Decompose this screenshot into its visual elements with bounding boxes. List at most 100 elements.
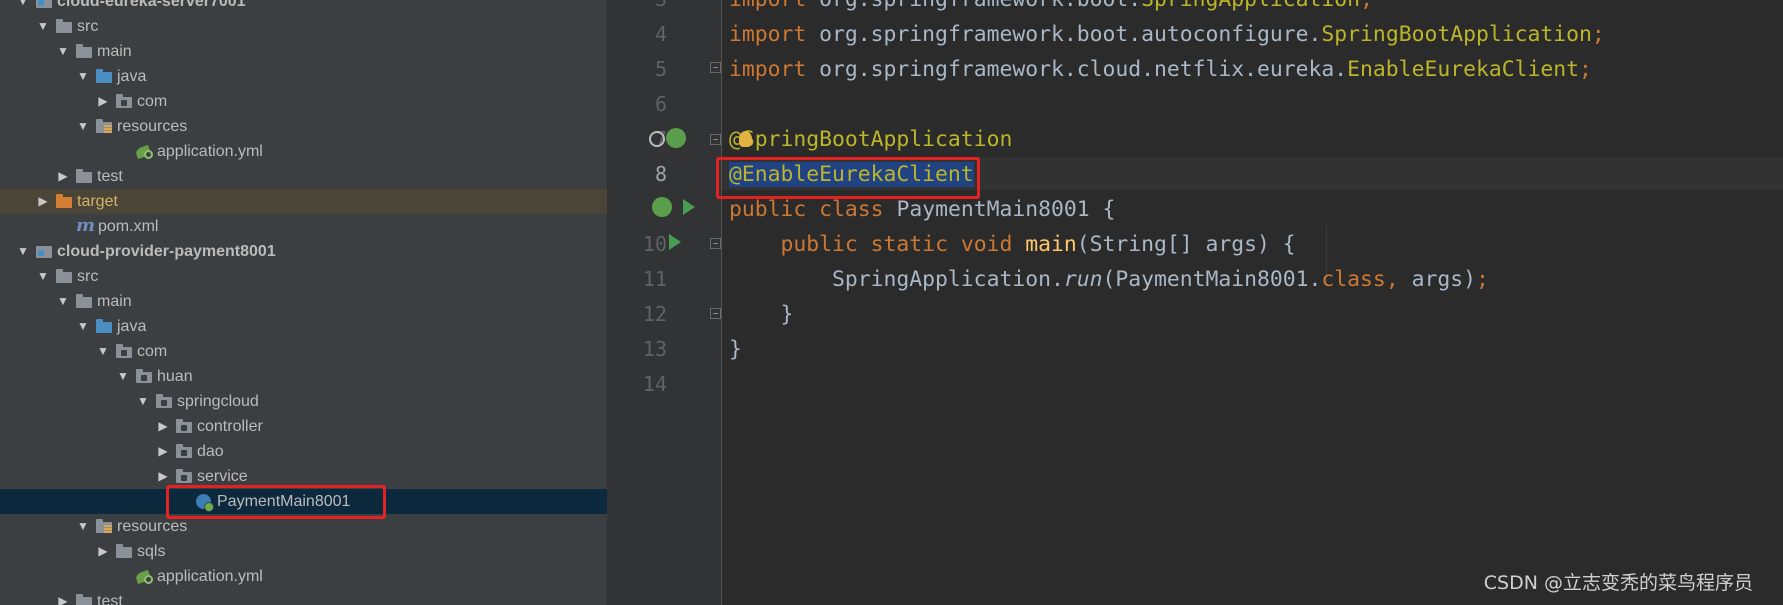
folder-icon: [76, 594, 92, 605]
code-token: @SpringBootApplication: [729, 127, 1013, 152]
line-number: 5: [654, 57, 667, 81]
tree-item[interactable]: ▼ src: [0, 264, 607, 289]
tree-item[interactable]: ▶ test: [0, 589, 607, 605]
code-line[interactable]: @SpringBootApplication: [729, 122, 1012, 157]
expand-arrow-icon[interactable]: ▼: [56, 39, 70, 64]
folder-icon: [56, 194, 72, 209]
code-token: SpringApplication.: [729, 267, 1064, 292]
project-tree-panel[interactable]: ▼ cloud-eureka-server7001 ▼ src ▼ main ▼ java ▶ c…: [0, 0, 607, 605]
tree-item[interactable]: ▼ java: [0, 64, 607, 89]
fold-imports-icon[interactable]: [710, 62, 721, 73]
tree-item[interactable]: ▼ springcloud: [0, 389, 607, 414]
tree-item[interactable]: ▼ resources: [0, 114, 607, 139]
tree-item-label: springcloud: [177, 393, 259, 410]
tree-item-label: PaymentMain8001: [217, 493, 351, 510]
package-icon: [176, 419, 192, 434]
expand-arrow-icon[interactable]: ▼: [96, 339, 110, 364]
collapse-arrow-icon[interactable]: ▶: [156, 414, 170, 439]
code-line[interactable]: public static void main(String[] args) {: [729, 227, 1296, 262]
tree-item[interactable]: ▼ src: [0, 14, 607, 39]
code-line[interactable]: import org.springframework.boot.SpringAp…: [729, 0, 1373, 17]
collapse-arrow-icon[interactable]: ▶: [56, 589, 70, 605]
code-line[interactable]: @EnableEurekaClient: [729, 157, 974, 192]
package-icon: [116, 94, 132, 109]
tree-item[interactable]: application.yml: [0, 564, 607, 589]
tree-item[interactable]: ▼ resources: [0, 514, 607, 539]
expand-arrow-icon[interactable]: ▼: [56, 289, 70, 314]
module-icon: [36, 244, 52, 259]
expand-arrow-icon[interactable]: ▼: [16, 0, 30, 14]
code-line[interactable]: SpringApplication.run(PaymentMain8001.cl…: [729, 262, 1489, 297]
collapse-arrow-icon[interactable]: ▶: [96, 89, 110, 114]
spring-boot-icon[interactable]: [666, 128, 686, 148]
code-editor[interactable]: 34567891011121314 import org.springframe…: [607, 0, 1783, 605]
tree-item[interactable]: ▶ target: [0, 189, 607, 214]
tree-item[interactable]: ▶ sqls: [0, 539, 607, 564]
package-icon: [176, 469, 192, 484]
code-token: org.springframework.boot.autoconfigure.: [819, 22, 1322, 47]
tree-item[interactable]: ▼ cloud-provider-payment8001: [0, 239, 607, 264]
tree-item[interactable]: ▼ cloud-eureka-server7001: [0, 0, 607, 14]
tree-item[interactable]: ▼ huan: [0, 364, 607, 389]
expand-arrow-icon[interactable]: ▼: [136, 389, 150, 414]
spring-run-config-icon[interactable]: [652, 197, 672, 217]
collapse-arrow-icon[interactable]: ▶: [96, 539, 110, 564]
expand-arrow-icon[interactable]: ▼: [76, 314, 90, 339]
code-token: public: [729, 232, 871, 257]
collapse-arrow-icon[interactable]: ▶: [56, 164, 70, 189]
run-main-icon[interactable]: [669, 234, 681, 250]
tree-item[interactable]: m pom.xml: [0, 214, 607, 239]
tree-item-label: java: [117, 68, 147, 85]
package-icon: [156, 394, 172, 409]
tree-item[interactable]: ▶ com: [0, 89, 607, 114]
code-token: import: [729, 22, 820, 47]
intention-bulb-icon[interactable]: [739, 131, 752, 147]
code-token: class: [1321, 267, 1386, 292]
tree-item[interactable]: ▶ test: [0, 164, 607, 189]
tree-item[interactable]: application.yml: [0, 139, 607, 164]
collapse-arrow-icon[interactable]: ▶: [36, 189, 50, 214]
tree-item-label: huan: [157, 368, 193, 385]
spring-bean-search-icon[interactable]: [649, 131, 665, 147]
fold-method-end-icon[interactable]: [710, 308, 721, 319]
code-token: EnableEurekaClient: [1347, 57, 1579, 82]
tree-item-label: controller: [197, 418, 263, 435]
tree-item[interactable]: ▼ main: [0, 39, 607, 64]
code-token: @EnableEurekaClient: [729, 162, 974, 187]
code-line[interactable]: import org.springframework.boot.autoconf…: [729, 17, 1605, 52]
tree-item[interactable]: ▶ controller: [0, 414, 607, 439]
tree-item-label: main: [97, 293, 132, 310]
line-number: 14: [642, 372, 667, 396]
expand-arrow-icon[interactable]: ▼: [16, 239, 30, 264]
tree-item[interactable]: PaymentMain8001: [0, 489, 607, 514]
folder-icon: [56, 19, 72, 34]
collapse-arrow-icon[interactable]: ▶: [156, 439, 170, 464]
expand-arrow-icon[interactable]: ▼: [36, 264, 50, 289]
tree-item-label: dao: [197, 443, 224, 460]
run-class-icon[interactable]: [683, 199, 695, 215]
code-line[interactable]: }: [729, 297, 794, 332]
tree-item[interactable]: ▼ main: [0, 289, 607, 314]
line-number: 11: [642, 267, 667, 291]
tree-item[interactable]: ▶ dao: [0, 439, 607, 464]
expand-arrow-icon[interactable]: ▼: [36, 14, 50, 39]
fold-method-icon[interactable]: [710, 238, 721, 249]
fold-class-icon[interactable]: [710, 134, 721, 145]
code-line[interactable]: public class PaymentMain8001 {: [729, 192, 1115, 227]
expand-arrow-icon[interactable]: ▼: [116, 364, 130, 389]
tree-item[interactable]: ▶ service: [0, 464, 607, 489]
collapse-arrow-icon[interactable]: ▶: [156, 464, 170, 489]
code-line[interactable]: }: [729, 332, 742, 367]
tree-item-label: src: [77, 268, 99, 285]
expand-arrow-icon[interactable]: ▼: [76, 64, 90, 89]
tree-item[interactable]: ▼ com: [0, 339, 607, 364]
code-token: args): [1411, 267, 1476, 292]
tree-item-label: pom.xml: [98, 218, 159, 235]
code-line[interactable]: import org.springframework.cloud.netflix…: [729, 52, 1592, 87]
tree-item-label: application.yml: [157, 143, 263, 160]
line-number: 6: [654, 92, 667, 116]
expand-arrow-icon[interactable]: ▼: [76, 114, 90, 139]
expand-arrow-icon[interactable]: ▼: [76, 514, 90, 539]
code-token: main: [1025, 232, 1077, 257]
tree-item[interactable]: ▼ java: [0, 314, 607, 339]
